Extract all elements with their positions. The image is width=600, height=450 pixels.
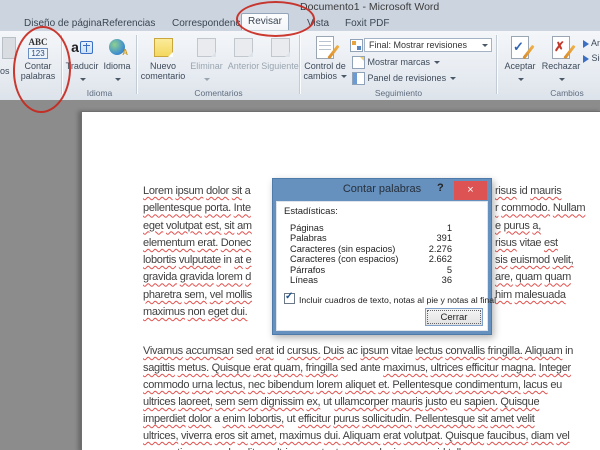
dropdown-caret	[434, 61, 440, 64]
word-count-button[interactable]: ABC 123 Contar palabras	[17, 33, 59, 95]
display-for-review-combo[interactable]: Final: Mostrar revisiones	[364, 38, 492, 52]
display-for-review-icon	[350, 39, 363, 52]
document-line: sagittis metus. Quisque erat quam, fring…	[143, 362, 600, 379]
dropdown-caret	[518, 78, 524, 81]
document-line: commodo urna lectus, nec bibendum lorem …	[143, 379, 600, 396]
stats-table: Páginas1Palabras391Caracteres (sin espac…	[290, 223, 475, 285]
window-title: Documento1 - Microsoft Word	[300, 1, 439, 13]
delete-comment-icon	[188, 33, 225, 61]
dropdown-caret	[204, 78, 210, 81]
accept-icon: ✓	[500, 33, 540, 61]
ribbon-tab-bar: Diseño de páginaReferenciasCorrespondenc…	[0, 13, 600, 32]
show-markup-icon	[352, 56, 365, 69]
combo-caret	[482, 44, 488, 47]
dropdown-caret	[450, 77, 456, 80]
tab-referencias[interactable]: Referencias	[96, 16, 161, 31]
document-line: imperdiet dolor a enim lobortis, ut effi…	[143, 413, 600, 430]
ribbon-group-comentarios: Nuevo comentario Eliminar Anterior Sigui…	[137, 31, 300, 100]
ribbon-group-revision: os ABC 123 Contar palabras	[0, 31, 62, 100]
document-line: ultrices, viverra eros sit amet, maximus…	[143, 430, 600, 447]
group-label-idioma: Idioma	[62, 88, 137, 98]
tab-revisar[interactable]: Revisar	[241, 13, 289, 30]
close-icon[interactable]: ×	[454, 181, 487, 200]
ribbon-group-idioma: a Traducir Idioma Idioma	[62, 31, 137, 100]
language-button[interactable]: Idioma	[100, 33, 134, 95]
document-paragraph-2[interactable]: Vivamus accumsan sed erat id cursus. Dui…	[143, 345, 600, 450]
ribbon-group-cambios: ✓ Aceptar ✗ Rechazar Anterior Siguiente	[497, 31, 600, 100]
dropdown-caret	[341, 75, 347, 78]
cerrar-button[interactable]: Cerrar	[425, 308, 483, 326]
help-icon[interactable]: ?	[437, 182, 444, 194]
previous-change-button[interactable]: Anterior	[583, 38, 600, 48]
checkbox[interactable]	[284, 293, 295, 304]
previous-comment-icon	[225, 33, 262, 61]
stats-row: Caracteres (con espacios)2.662	[290, 254, 475, 264]
partial-button-label[interactable]: os	[0, 66, 10, 76]
window-titlebar: Documento1 - Microsoft Word	[0, 0, 600, 13]
track-changes-button[interactable]: Control de cambios	[303, 33, 347, 95]
stats-row: Caracteres (sin espacios)2.276	[290, 244, 475, 254]
stats-row: Párrafos5	[290, 265, 475, 275]
previous-comment-button[interactable]: Anterior	[225, 33, 262, 95]
dropdown-caret	[80, 78, 86, 81]
dropdown-caret	[115, 78, 121, 81]
document-line: Vivamus accumsan sed erat id cursus. Dui…	[143, 345, 600, 362]
stats-row: Palabras391	[290, 233, 475, 243]
group-label-comentarios: Comentarios	[137, 88, 300, 98]
new-comment-button[interactable]: Nuevo comentario	[140, 33, 186, 95]
checkbox-label: Incluir cuadros de texto, notas al pie y…	[299, 295, 496, 305]
next-comment-button[interactable]: Siguiente	[261, 33, 299, 95]
partial-icon	[2, 37, 16, 59]
dialog-body: Estadísticas: Páginas1Palabras391Caracte…	[276, 201, 488, 331]
previous-change-icon	[583, 40, 589, 48]
next-change-icon	[583, 55, 589, 63]
document-line: ultrices laoreet, sem sem dignissim ex, …	[143, 396, 600, 413]
stats-row: Líneas36	[290, 275, 475, 285]
reviewing-pane-button[interactable]: Panel de revisiones	[352, 72, 456, 85]
next-change-button[interactable]: Siguiente	[583, 53, 600, 63]
ribbon: os ABC 123 Contar palabras a Traducir	[0, 31, 600, 101]
accept-button[interactable]: ✓ Aceptar	[500, 33, 540, 95]
stats-row: Páginas1	[290, 223, 475, 233]
word-count-icon: ABC 123	[17, 33, 59, 61]
ribbon-group-seguimiento: Control de cambios Final: Mostrar revisi…	[300, 31, 497, 100]
show-markup-button[interactable]: Mostrar marcas	[352, 56, 440, 69]
group-label-seguimiento: Seguimiento	[300, 88, 497, 98]
tab-foxit-pdf[interactable]: Foxit PDF	[339, 16, 395, 31]
word-count-dialog: Contar palabras ? × Estadísticas: Página…	[272, 178, 492, 335]
delete-comment-button[interactable]: Eliminar	[188, 33, 225, 95]
group-label-cambios: Cambios	[527, 88, 600, 98]
translate-button[interactable]: a Traducir	[64, 33, 100, 95]
word-window: Documento1 - Microsoft Word Diseño de pá…	[0, 0, 600, 450]
include-textboxes-checkbox-row[interactable]: Incluir cuadros de texto, notas al pie y…	[284, 293, 483, 305]
language-icon	[100, 33, 134, 61]
dropdown-caret	[559, 78, 565, 81]
reject-button[interactable]: ✗ Rechazar	[541, 33, 581, 95]
track-changes-icon	[303, 33, 347, 61]
tab-diseño-de-página[interactable]: Diseño de página	[18, 16, 108, 31]
next-comment-icon	[261, 33, 299, 61]
new-comment-icon	[140, 33, 186, 61]
reviewing-pane-icon	[352, 72, 365, 85]
tab-vista[interactable]: Vista	[301, 16, 335, 31]
reject-icon: ✗	[541, 33, 581, 61]
translate-icon: a	[64, 33, 100, 61]
stats-header: Estadísticas:	[284, 206, 338, 217]
